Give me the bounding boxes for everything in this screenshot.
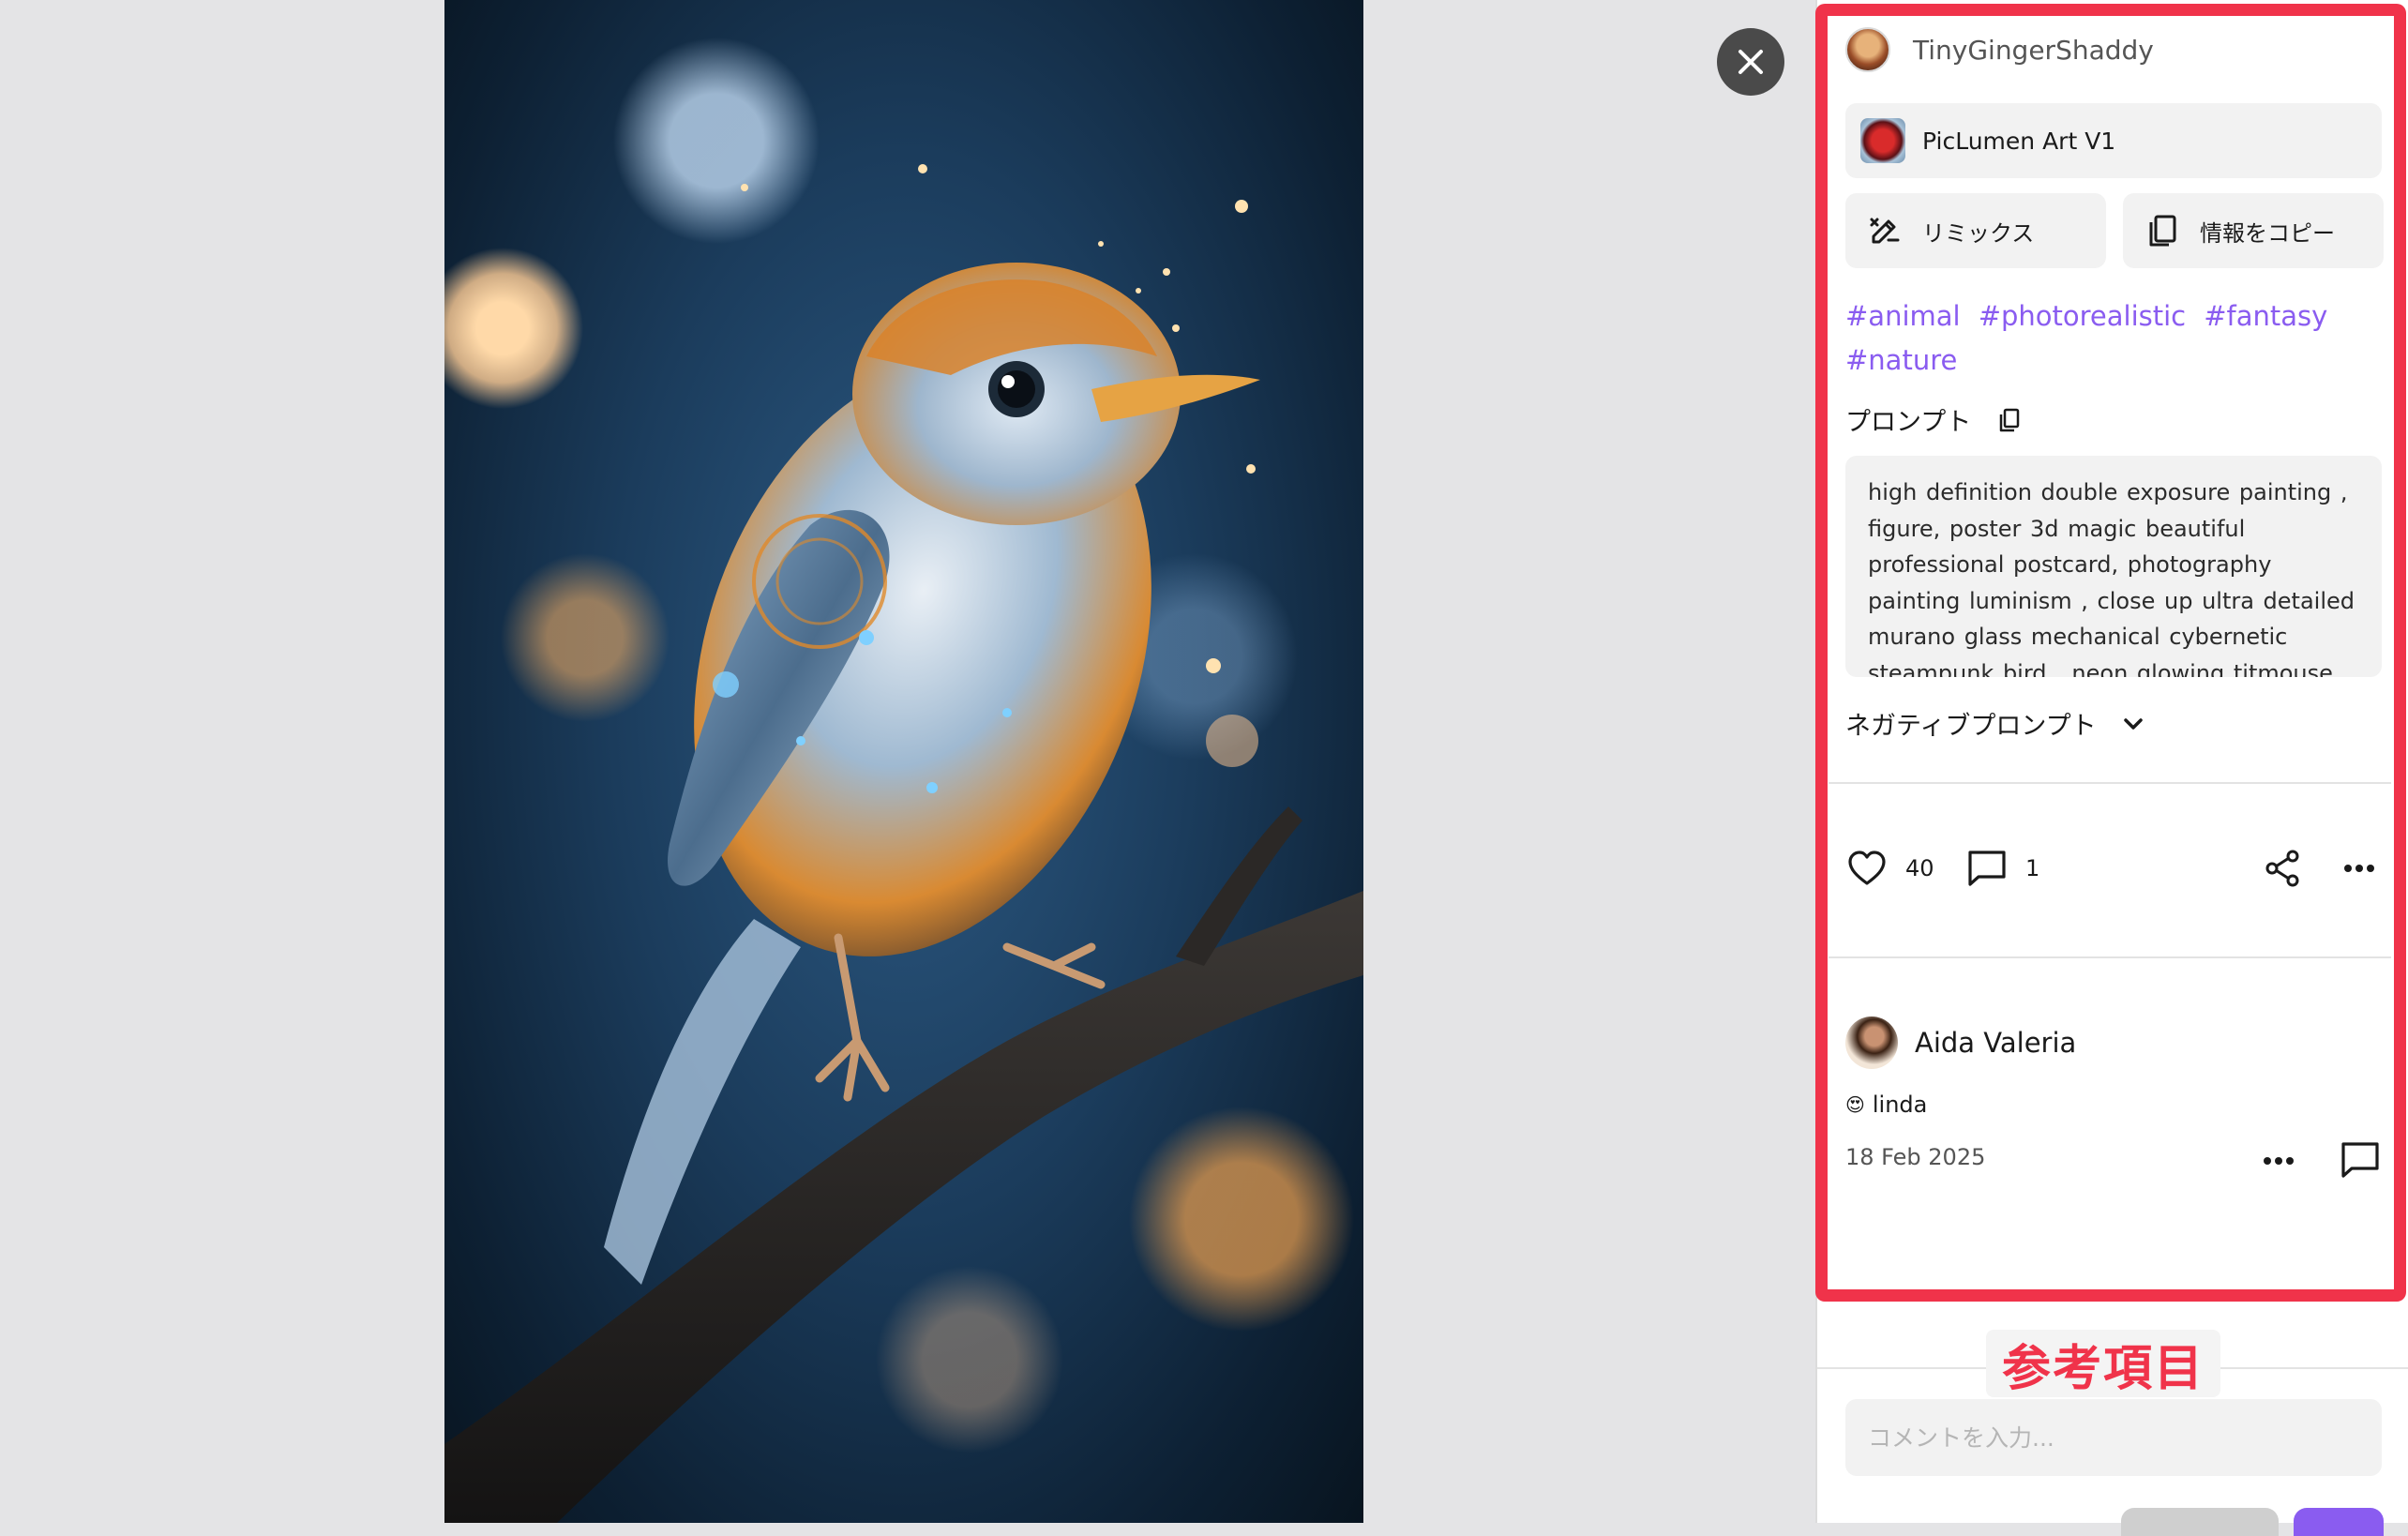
divider xyxy=(1829,956,2391,958)
model-thumbnail xyxy=(1860,118,1905,163)
copy-prompt-button[interactable] xyxy=(1995,406,2024,434)
negative-prompt-title: ネガティブプロンプト xyxy=(1845,712,2097,741)
more-dots-icon xyxy=(2344,865,2374,872)
comment-author-row[interactable]: Aida Valeria xyxy=(1845,1016,2076,1069)
more-dots-icon xyxy=(2264,1157,2294,1165)
comment-count: 1 xyxy=(2025,855,2040,881)
tag-photorealistic[interactable]: #photorealistic xyxy=(1979,300,2186,332)
bird-illustration xyxy=(444,164,1363,1523)
commenter-name[interactable]: Aida Valeria xyxy=(1915,1027,2076,1059)
close-icon xyxy=(1738,50,1763,74)
model-name: PicLumen Art V1 xyxy=(1922,127,2116,155)
generated-artwork xyxy=(444,0,1363,1523)
share-button[interactable] xyxy=(2262,842,2303,895)
comment-text: linda xyxy=(1872,1092,1928,1118)
send-button[interactable] xyxy=(2294,1508,2384,1536)
tag-fantasy[interactable]: #fantasy xyxy=(2204,300,2327,332)
tag-nature[interactable]: #nature xyxy=(1845,344,1957,376)
more-options-button[interactable] xyxy=(2340,842,2378,895)
author-row[interactable]: TinyGingerShaddy xyxy=(1845,26,2154,73)
close-button[interactable] xyxy=(1717,28,1784,96)
commenter-avatar[interactable] xyxy=(1845,1016,1898,1069)
copy-info-button[interactable]: 情報をコピー xyxy=(2123,193,2384,268)
comment-date: 18 Feb 2025 xyxy=(1845,1144,1986,1170)
copy-icon xyxy=(1999,408,2020,431)
comment-more-button[interactable] xyxy=(2260,1142,2297,1180)
remix-label: リミックス xyxy=(1922,219,2035,247)
comment-stat[interactable]: 1 xyxy=(1965,842,2039,895)
author-name[interactable]: TinyGingerShaddy xyxy=(1913,35,2154,66)
copy-info-label: 情報をコピー xyxy=(2200,219,2335,247)
like-count: 40 xyxy=(1905,855,1934,881)
comment-input[interactable] xyxy=(1845,1399,2382,1476)
cancel-button[interactable] xyxy=(2121,1508,2279,1536)
copy-icon xyxy=(2149,215,2176,247)
remix-button[interactable]: リミックス xyxy=(1845,193,2106,268)
model-chip[interactable]: PicLumen Art V1 xyxy=(1845,103,2382,178)
comment-body: 😍 linda xyxy=(1845,1092,1927,1118)
prompt-title: プロンプト xyxy=(1845,408,1972,437)
reply-icon xyxy=(2341,1142,2379,1178)
chevron-down-icon xyxy=(2123,717,2143,730)
reference-label: 参考項目 xyxy=(1986,1330,2220,1397)
reply-button[interactable] xyxy=(2339,1138,2382,1182)
comment-icon[interactable] xyxy=(1965,847,2009,890)
prompt-text-box[interactable]: high definition double exposure painting… xyxy=(1845,456,2382,677)
prompt-text: high definition double exposure painting… xyxy=(1868,479,2355,677)
prompt-header: プロンプト xyxy=(1845,401,2024,438)
share-icon xyxy=(2265,850,2299,887)
remix-icon xyxy=(1870,218,1900,244)
divider xyxy=(1829,782,2391,784)
author-avatar[interactable] xyxy=(1845,27,1890,72)
tag-animal[interactable]: #animal xyxy=(1845,300,1961,332)
negative-prompt-toggle[interactable]: ネガティブプロンプト xyxy=(1845,705,2147,742)
image-viewer xyxy=(0,0,1810,1523)
tag-list: #animal #photorealistic #fantasy #nature xyxy=(1845,296,2370,384)
like-stat[interactable]: 40 xyxy=(1845,842,1934,895)
heart-icon[interactable] xyxy=(1845,847,1889,890)
heart-eyes-emoji: 😍 xyxy=(1845,1093,1865,1116)
